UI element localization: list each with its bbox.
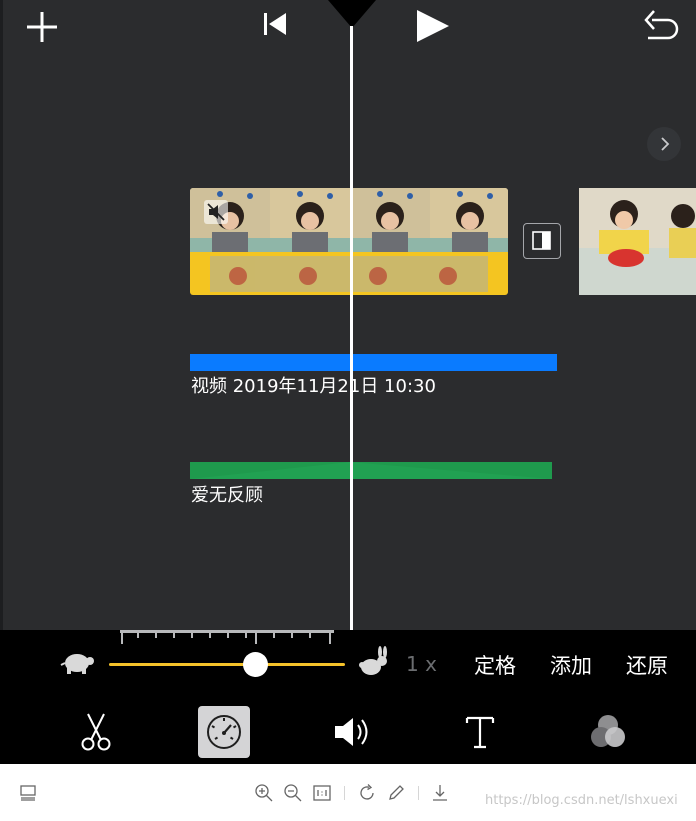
separator <box>418 786 419 800</box>
play-icon[interactable] <box>415 9 451 43</box>
audio-clip-bar[interactable] <box>190 462 552 479</box>
speed-slider-track[interactable] <box>109 663 345 666</box>
transition-button[interactable] <box>523 223 561 259</box>
title-clip-label: 视频 2019年11月21日 10:30 <box>191 376 436 397</box>
chevron-right-icon <box>661 137 670 151</box>
reset-button[interactable]: 还原 <box>626 650 668 680</box>
cut-tool-button[interactable] <box>70 706 122 758</box>
audio-waveform <box>210 256 488 292</box>
edit-tools-bar <box>0 700 696 764</box>
transition-icon <box>532 231 551 250</box>
mute-icon[interactable] <box>204 200 228 224</box>
color-circles-icon <box>591 715 625 747</box>
speed-ruler[interactable] <box>120 630 334 644</box>
turtle-icon <box>60 654 94 674</box>
edit-icon[interactable] <box>386 783 406 803</box>
zoom-in-icon[interactable] <box>254 783 274 803</box>
filters-tool-button[interactable] <box>582 706 634 758</box>
freeze-frame-button[interactable]: 定格 <box>474 650 516 680</box>
playhead-marker <box>328 0 376 28</box>
playhead-line[interactable] <box>350 26 353 630</box>
titles-tool-button[interactable] <box>454 706 506 758</box>
scroll-next-button[interactable] <box>647 127 681 161</box>
clip-thumbnails <box>190 188 508 262</box>
video-clip-next[interactable] <box>579 188 696 295</box>
video-clip-selected[interactable] <box>190 188 508 295</box>
download-icon[interactable] <box>430 783 450 803</box>
left-edge <box>0 0 3 630</box>
watermark: https://blog.csdn.net/lshxuexi <box>485 793 678 808</box>
speed-slider-knob[interactable] <box>242 652 268 677</box>
volume-tool-button[interactable] <box>326 706 378 758</box>
audio-clip-label: 爱无反顾 <box>191 485 263 506</box>
viewer-bottom-bar: https://blog.csdn.net/lshxuexi <box>0 764 696 821</box>
speaker-icon <box>335 718 368 746</box>
skip-to-start-icon[interactable] <box>262 12 288 36</box>
actual-size-icon[interactable] <box>312 783 332 803</box>
timeline-editor: 视频 2019年11月21日 10:30 爱无反顾 <box>0 0 696 630</box>
speed-controls: 1 x 定格 添加 还原 <box>0 630 696 700</box>
zoom-out-icon[interactable] <box>283 783 303 803</box>
scissors-icon <box>81 713 111 751</box>
undo-icon[interactable] <box>642 8 680 42</box>
plus-icon[interactable] <box>25 10 59 44</box>
text-icon <box>465 716 495 749</box>
speedometer-icon <box>207 715 241 749</box>
layout-icon[interactable] <box>18 783 38 803</box>
title-clip-bar[interactable] <box>190 354 557 371</box>
speed-value: 1 x <box>406 652 437 676</box>
add-button[interactable]: 添加 <box>550 650 592 680</box>
speed-tool-button[interactable] <box>198 706 250 758</box>
rabbit-icon <box>359 646 387 675</box>
rotate-icon[interactable] <box>357 783 377 803</box>
separator <box>344 786 345 800</box>
